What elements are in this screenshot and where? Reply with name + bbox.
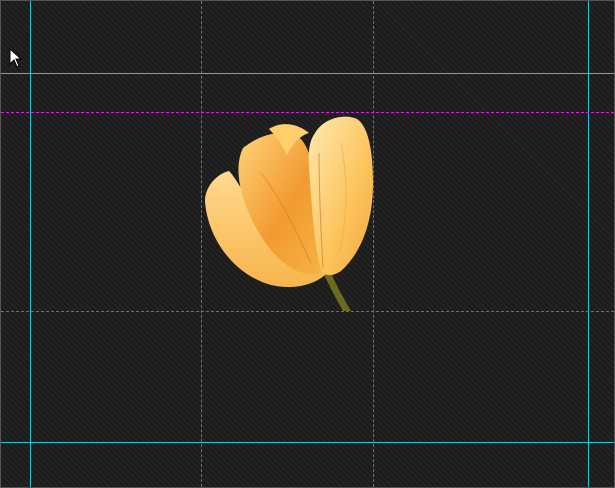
margin-guide-bottom[interactable] — [1, 442, 614, 443]
design-canvas[interactable] — [0, 0, 615, 488]
margin-guide-top[interactable] — [1, 73, 614, 74]
arrow-pointer-icon — [9, 48, 23, 68]
tulip-image[interactable] — [201, 113, 376, 313]
